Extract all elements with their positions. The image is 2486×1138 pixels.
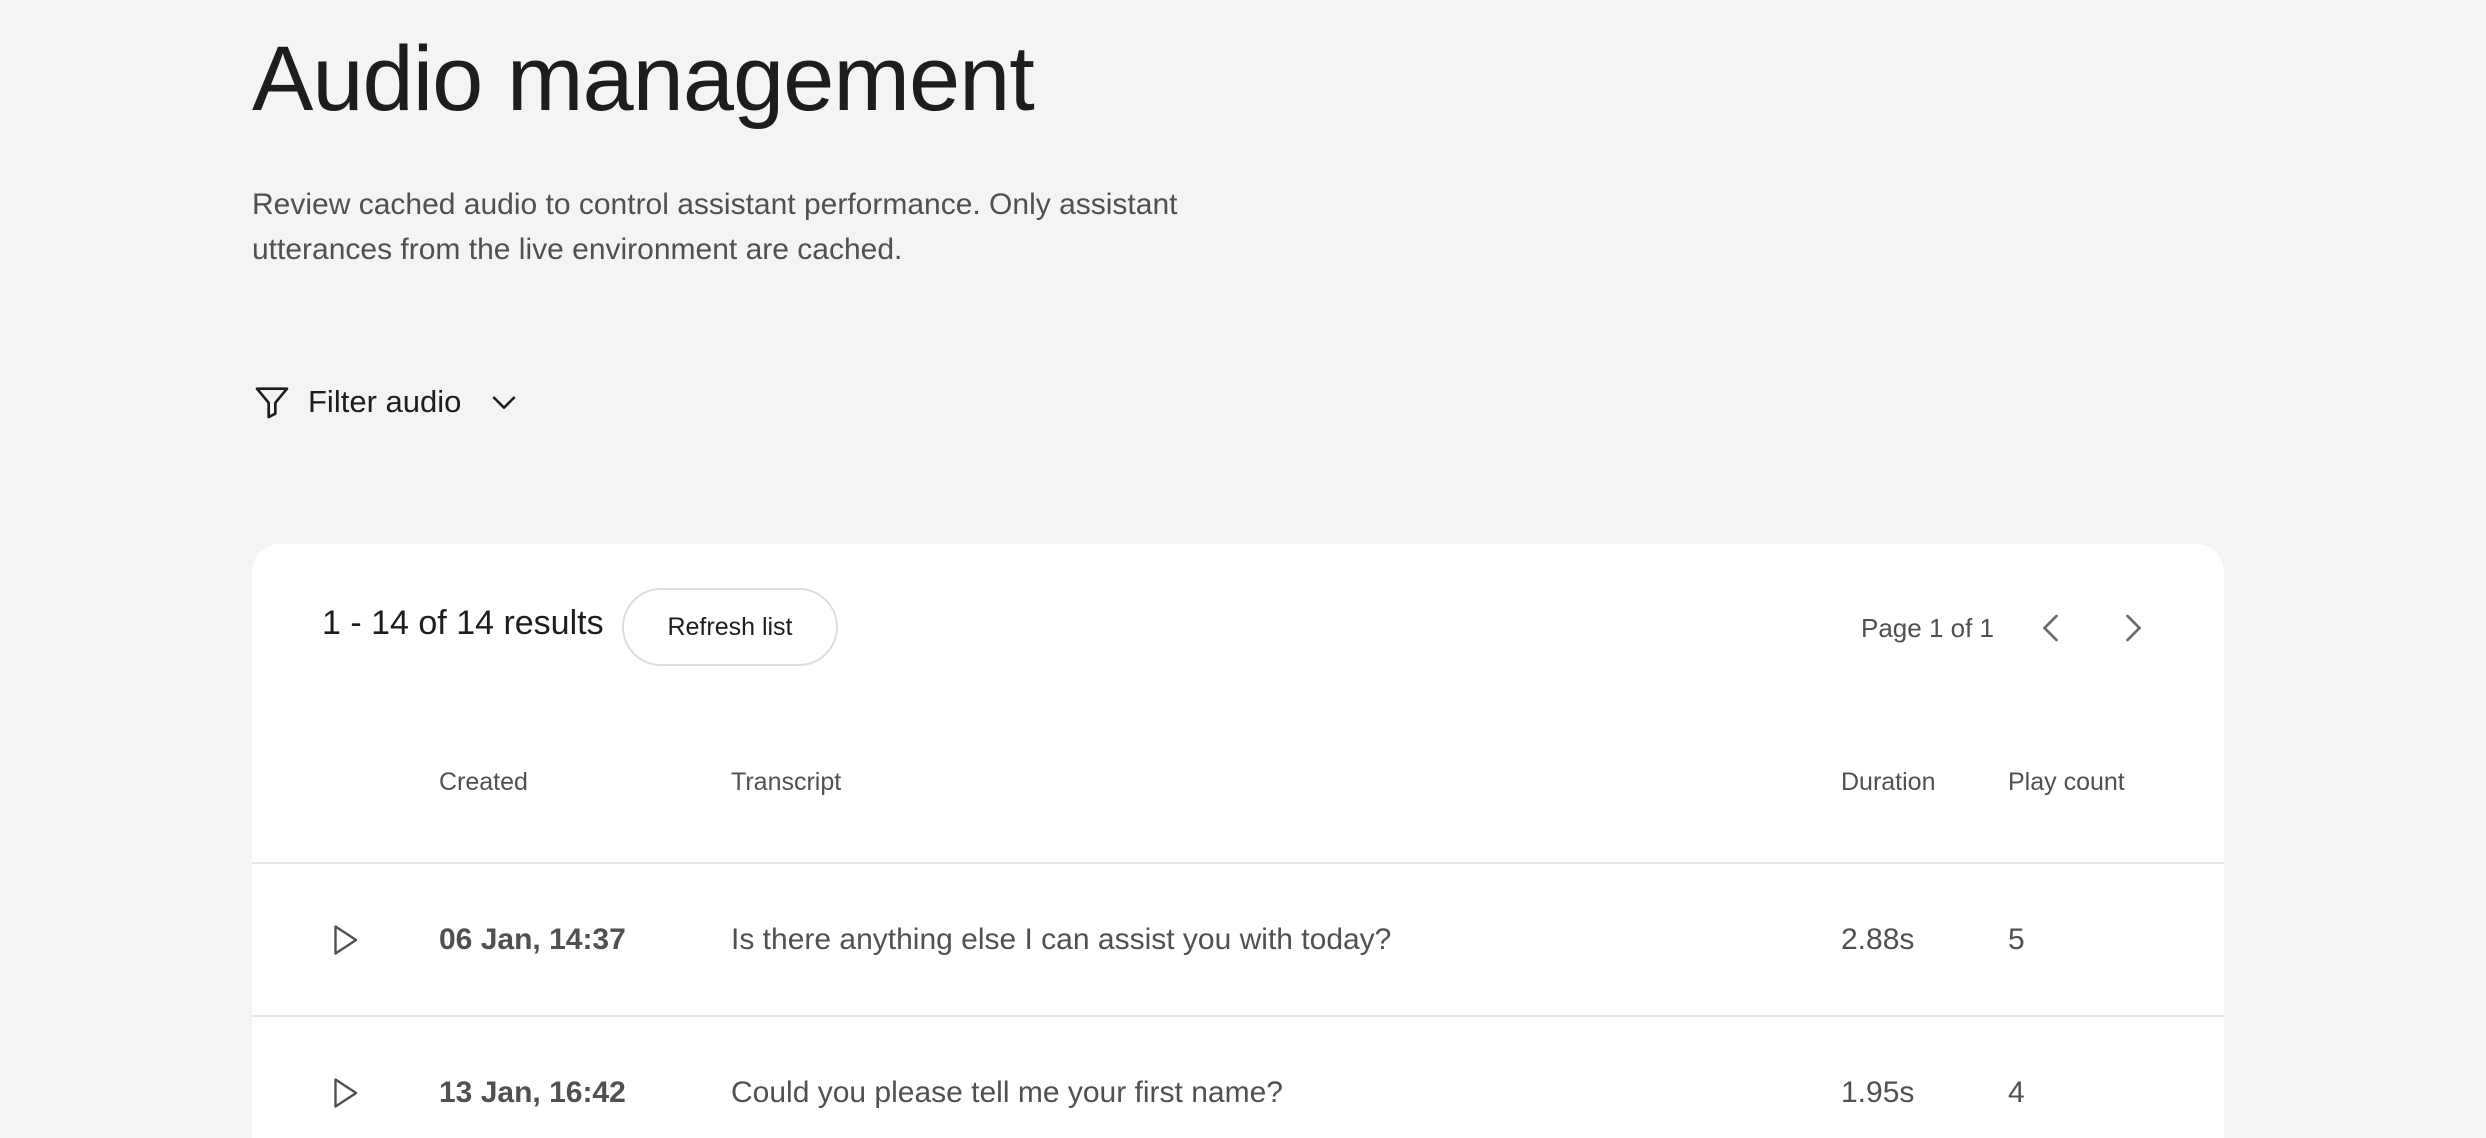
chevron-right-icon — [2126, 614, 2141, 642]
pagination: Page 1 of 1 — [1861, 600, 2154, 656]
filter-audio-toggle[interactable]: Filter audio — [252, 378, 521, 426]
play-count-cell: 5 — [2008, 922, 2025, 956]
result-count: 1 - 14 of 14 results — [322, 604, 604, 642]
play-button[interactable] — [326, 864, 376, 1015]
audio-results-card: 1 - 14 of 14 results Refresh list Page 1… — [252, 544, 2224, 1138]
table-row[interactable]: 06 Jan, 14:37 Is there anything else I c… — [252, 864, 2224, 1017]
filter-icon — [252, 382, 292, 422]
previous-page-button[interactable] — [2030, 606, 2074, 650]
chevron-down-icon — [487, 385, 521, 419]
play-count-cell: 4 — [2008, 1075, 2025, 1109]
page-title: Audio management — [252, 28, 1035, 130]
column-header-transcript[interactable]: Transcript — [731, 768, 841, 797]
page-description: Review cached audio to control assistant… — [252, 188, 1178, 266]
transcript-cell: Is there anything else I can assist you … — [731, 922, 1392, 956]
column-header-duration[interactable]: Duration — [1841, 768, 1936, 797]
duration-cell: 1.95s — [1841, 1075, 1915, 1109]
table-body: 06 Jan, 14:37 Is there anything else I c… — [252, 864, 2224, 1138]
table-header: Created Transcript Duration Play count — [252, 712, 2224, 864]
table-row[interactable]: 13 Jan, 16:42 Could you please tell me y… — [252, 1017, 2224, 1138]
page-header: Audio management Review cached audio to … — [252, 24, 1352, 272]
column-header-created[interactable]: Created — [439, 768, 528, 797]
refresh-list-button[interactable]: Refresh list — [622, 588, 838, 666]
column-header-play-count[interactable]: Play count — [2008, 768, 2125, 797]
audio-management-page: Audio management Review cached audio to … — [0, 0, 2486, 1138]
play-button[interactable] — [326, 1017, 376, 1138]
play-icon — [334, 1077, 358, 1108]
play-icon — [334, 924, 358, 955]
duration-cell: 2.88s — [1841, 922, 1915, 956]
next-page-button[interactable] — [2110, 606, 2154, 650]
filter-audio-label: Filter audio — [308, 384, 462, 419]
page-indicator: Page 1 of 1 — [1861, 612, 1994, 643]
created-cell: 06 Jan, 14:37 — [439, 922, 626, 956]
results-toolbar: 1 - 14 of 14 results Refresh list Page 1… — [252, 544, 2224, 712]
created-cell: 13 Jan, 16:42 — [439, 1075, 626, 1109]
transcript-cell: Could you please tell me your first name… — [731, 1075, 1283, 1109]
chevron-left-icon — [2043, 614, 2058, 642]
